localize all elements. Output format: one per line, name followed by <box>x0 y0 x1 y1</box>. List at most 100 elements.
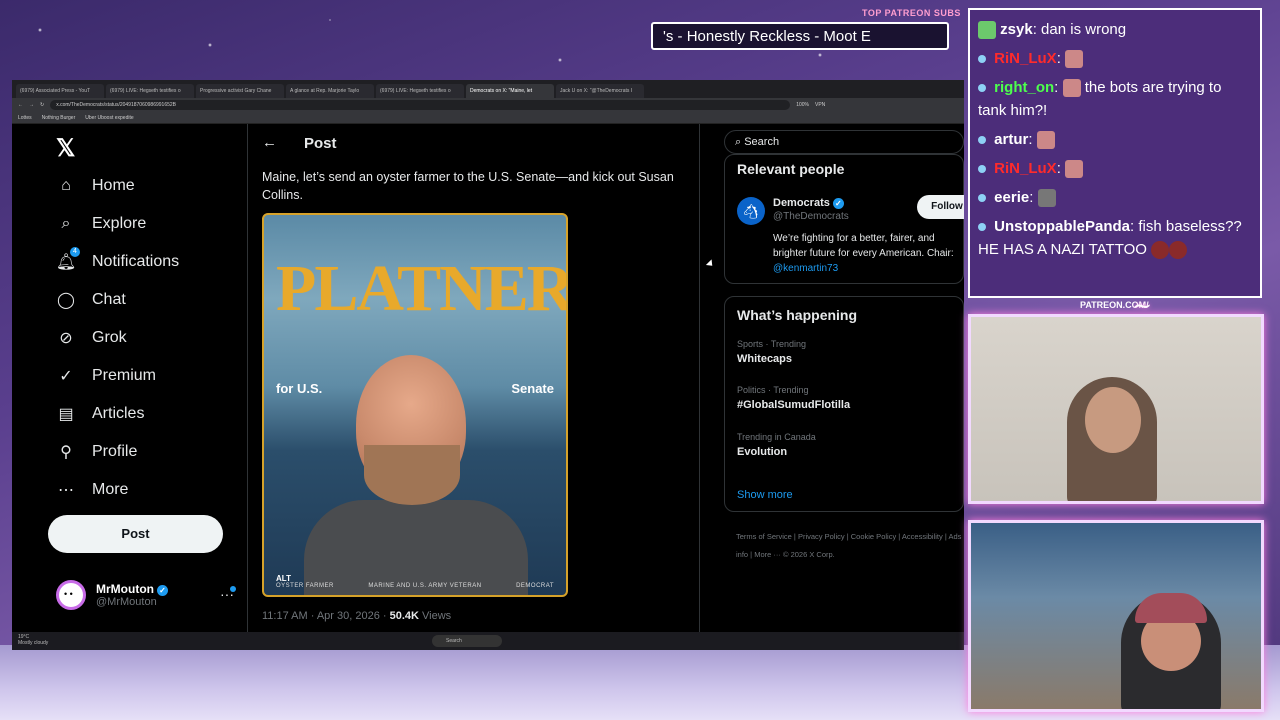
post-timestamp[interactable]: 11:17 AM · Apr 30, 2026 · <box>262 610 387 622</box>
nav-label: Articles <box>92 405 145 422</box>
emote-icon <box>1065 160 1084 179</box>
search-icon: ⌕ <box>735 136 745 148</box>
image-footer-item: DEMOCRAT <box>516 583 554 589</box>
badge-icon <box>978 165 986 174</box>
nav-notifications[interactable]: 🔔︎ 4 Notifications <box>56 247 180 272</box>
browser-window: (6979) Associated Press - YouT (6979) LI… <box>12 80 964 650</box>
image-footer-item: MARINE AND U.S. ARMY VETERAN <box>368 583 482 589</box>
trend-category: Trending in Canada <box>737 432 816 442</box>
post-button[interactable]: Post <box>48 515 223 553</box>
chat-message: eerie: <box>978 186 1252 209</box>
browser-tab[interactable]: (6979) Associated Press - YouT <box>16 84 104 98</box>
emote-icon <box>1169 241 1188 260</box>
weather-widget[interactable]: 19°C Mostly cloudy <box>18 634 48 646</box>
chat-user: right_on <box>994 79 1055 96</box>
url-input[interactable]: x.com/TheDemocrats/status/20491870609869… <box>50 100 791 110</box>
browser-tab[interactable]: (6979) LIVE: Hegseth testifies o <box>376 84 464 98</box>
back-arrow-icon[interactable]: ← <box>262 134 277 151</box>
nav-grok[interactable]: ⊘ Grok <box>56 328 127 348</box>
bookmark-item[interactable]: Lottes <box>18 115 32 121</box>
nav-label: Home <box>92 177 135 194</box>
webcam-person <box>1067 377 1157 501</box>
chat-message: right_on: the bots are trying to tank hi… <box>978 79 1222 119</box>
donkey-logo-icon[interactable]: 🐴︎ <box>737 197 765 225</box>
search-input[interactable]: ⌕ Search <box>724 130 964 154</box>
vpn-button[interactable]: VPN <box>815 102 825 108</box>
badge-icon <box>978 136 986 145</box>
person-name: Democrats <box>773 197 830 209</box>
image-footer-item: OYSTER FARMER <box>276 583 334 589</box>
relevant-people-title: Relevant people <box>737 161 845 177</box>
emote-icon <box>1065 50 1084 69</box>
webcam-face <box>1085 387 1141 453</box>
x-app: 𝕏 ⌂ Home ⌕ Explore 🔔︎ 4 Notifications ◯ C… <box>12 124 964 632</box>
forward-nav-icon[interactable]: → <box>29 102 34 108</box>
badge-icon <box>978 223 986 232</box>
badge-icon <box>978 55 986 64</box>
taskbar-search[interactable]: Search <box>432 635 502 647</box>
image-for-text: for U.S. <box>276 381 323 396</box>
webcam-feed-1 <box>968 314 1264 504</box>
nav-premium[interactable]: ✓ Premium <box>56 366 156 386</box>
relevant-people-box: Relevant people 🐴︎ Democrats ✓ @TheDemocr… <box>724 154 964 284</box>
nav-home[interactable]: ⌂ Home <box>56 176 135 196</box>
badge-icon <box>978 21 996 40</box>
patreon-label: TOP PATREON SUBS <box>862 8 961 18</box>
bookmarks-bar: Lottes Nothing Burger Uber Uboost expedi… <box>12 112 964 124</box>
show-more-link[interactable]: Show more <box>737 489 793 501</box>
verified-icon: ✓ <box>156 585 168 596</box>
account-switcher[interactable]: MrMouton✓ @MrMouton <box>56 580 168 610</box>
right-column: ⌕ Search Relevant people 🐴︎ Democrats ✓ @… <box>712 124 964 632</box>
nav-label: Premium <box>92 367 157 384</box>
browser-tab[interactable]: Progressive activist Gary Chane <box>196 84 284 98</box>
nav-chat[interactable]: ◯ Chat <box>56 290 126 310</box>
search-placeholder: Search <box>744 136 780 148</box>
account-name: MrMouton <box>96 582 154 596</box>
nav-label: Chat <box>92 291 126 308</box>
nav-label: Notifications <box>92 253 180 270</box>
image-footer: OYSTER FARMER MARINE AND U.S. ARMY VETER… <box>276 583 554 589</box>
more-icon: ⋯ <box>58 482 74 499</box>
reload-icon[interactable]: ↻ <box>40 102 44 108</box>
nav-articles[interactable]: ▤ Articles <box>56 404 144 424</box>
x-logo-icon[interactable]: 𝕏 <box>56 134 75 163</box>
browser-tab[interactable]: (6979) LIVE: Hegseth testifies o <box>106 84 194 98</box>
post-image[interactable]: PLATNER for U.S. Senate ALT OYSTER FARME… <box>262 213 568 597</box>
trend-category: Sports · Trending <box>737 339 807 349</box>
trend-item[interactable]: Politics · Trending #GlobalSumudFlotilla <box>737 385 850 411</box>
nav-more[interactable]: ⋯ More <box>56 480 128 500</box>
follow-button[interactable]: Follow <box>917 195 964 219</box>
bookmark-item[interactable]: Uber Uboost expedite <box>85 115 133 121</box>
trend-item[interactable]: Trending in Canada Evolution <box>737 432 816 458</box>
articles-icon: ▤ <box>58 406 74 423</box>
premium-icon: ✓ <box>59 368 73 385</box>
chat-user: RiN_LuX <box>994 160 1057 177</box>
whats-happening-title: What’s happening <box>737 307 858 323</box>
trend-item[interactable]: Sports · Trending Whitecaps <box>737 339 806 365</box>
browser-tab[interactable]: Jack U on X: "@TheDemocrats I <box>556 84 644 98</box>
nav-explore[interactable]: ⌕ Explore <box>56 214 147 234</box>
webcam-feed-2 <box>968 520 1264 712</box>
nav-profile[interactable]: ⚲ Profile <box>56 442 137 462</box>
chat-icon: ◯ <box>57 292 75 309</box>
browser-tab-active[interactable]: Democrats on X: "Maine, let <box>466 84 554 98</box>
webcam-person <box>1121 593 1221 709</box>
nav-label: Grok <box>92 329 127 346</box>
notification-badge: 4 <box>70 247 80 257</box>
person-bio-link[interactable]: @kenmartin73 <box>773 263 838 274</box>
weather-desc: Mostly cloudy <box>18 640 49 646</box>
back-nav-icon[interactable]: ← <box>18 102 23 108</box>
avatar <box>56 580 86 610</box>
chat-text: dan is wrong <box>1041 21 1127 38</box>
account-more-icon[interactable]: ··· <box>220 586 234 602</box>
profile-icon: ⚲ <box>60 444 72 461</box>
alt-badge[interactable]: ALT <box>276 574 291 583</box>
browser-tab[interactable]: A glance at Rep. Marjorie Taylo <box>286 84 374 98</box>
bookmark-item[interactable]: Nothing Burger <box>42 115 76 121</box>
taskbar: 19°C Mostly cloudy Search <box>12 632 964 650</box>
footer-links[interactable]: Terms of Service | Privacy Policy | Cook… <box>736 528 964 564</box>
chat-message: RiN_LuX: <box>978 47 1252 70</box>
stream-chat: zsyk: dan is wrong RiN_LuX: right_on: th… <box>968 8 1262 298</box>
left-nav: 𝕏 ⌂ Home ⌕ Explore 🔔︎ 4 Notifications ◯ C… <box>12 124 248 632</box>
grok-icon: ⊘ <box>59 330 73 347</box>
